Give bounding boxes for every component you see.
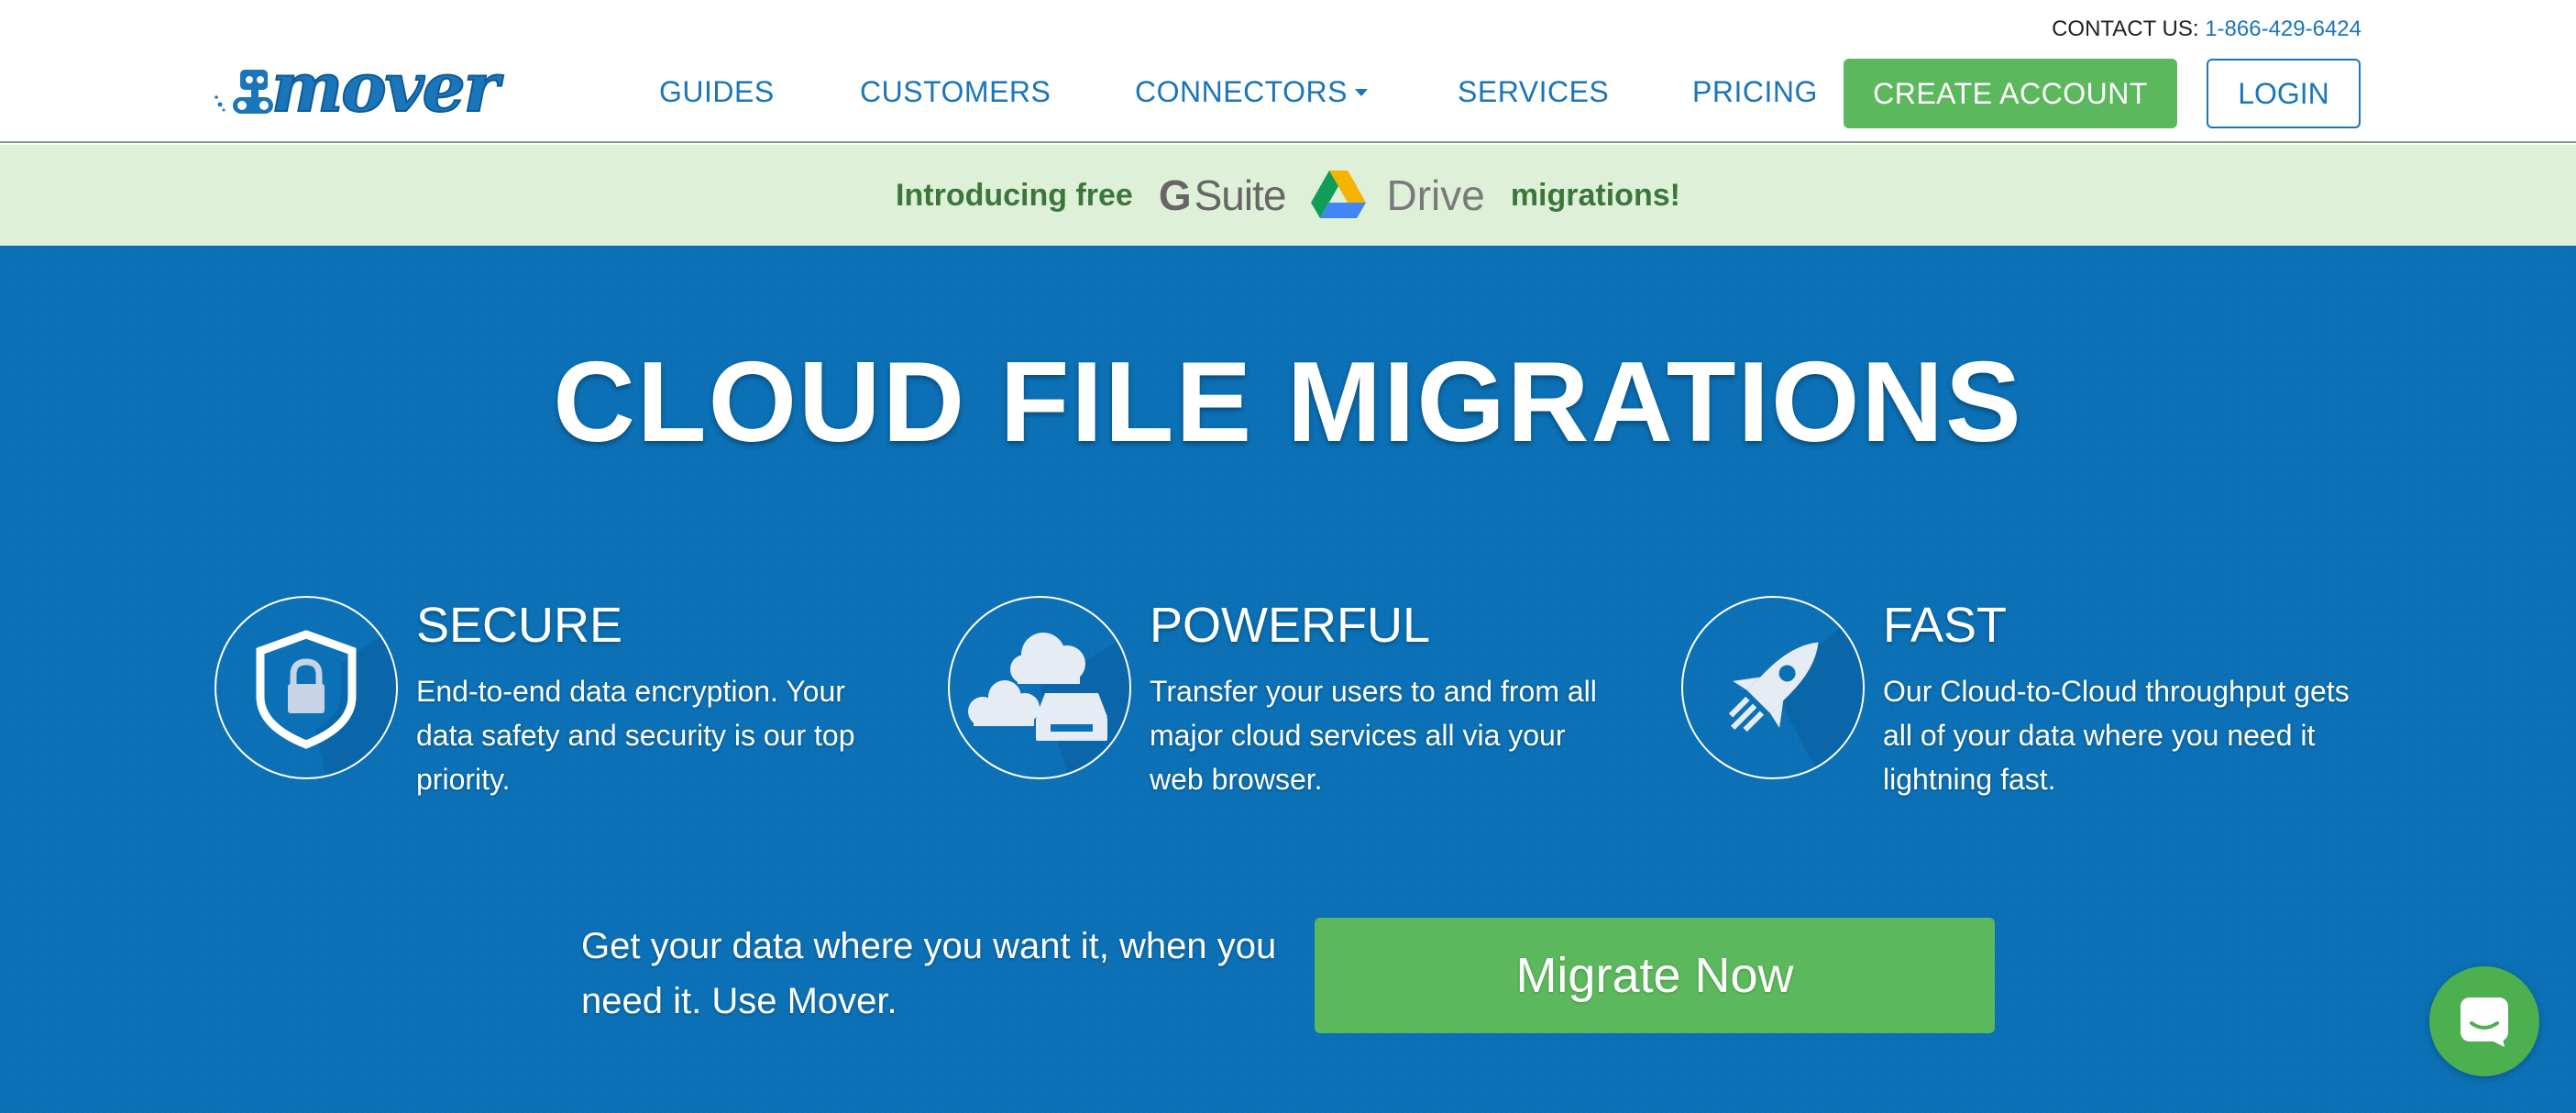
promo-intro-text: Introducing free: [896, 177, 1133, 213]
feature-secure: SECURE End-to-end data encryption. Your …: [215, 596, 911, 816]
logo-wordmark: mover: [270, 49, 501, 127]
nav-connectors[interactable]: CONNECTORS: [1135, 72, 1368, 112]
contact-info: CONTACT US: 1-866-429-6424: [2052, 17, 2361, 42]
feature-description: Transfer your users to and from all majo…: [1150, 675, 1597, 796]
robot-logo-icon: [215, 70, 273, 114]
feature-title: POWERFUL: [1150, 598, 1431, 653]
site-header: CONTACT US: 1-866-429-6424 mover GUIDES …: [0, 0, 2576, 143]
drive-text: Drive: [1386, 171, 1485, 219]
nav-guides[interactable]: GUIDES: [659, 72, 775, 112]
gsuite-suite: Suite: [1194, 171, 1287, 219]
chat-launcher-button[interactable]: [2429, 966, 2539, 1076]
nav-connectors-label: CONNECTORS: [1135, 75, 1348, 108]
mover-logo[interactable]: mover: [213, 50, 501, 127]
contact-label: CONTACT US:: [2052, 17, 2199, 41]
migrate-now-button[interactable]: Migrate Now: [1315, 918, 1995, 1033]
login-button[interactable]: LOGIN: [2207, 59, 2361, 128]
feature-fast: FAST Our Cloud-to-Cloud throughput gets …: [1681, 596, 2378, 816]
feature-description: Our Cloud-to-Cloud throughput gets all o…: [1883, 675, 2350, 796]
shield-lock-icon: [215, 596, 398, 779]
hero-title: CLOUD FILE MIGRATIONS: [553, 339, 2023, 466]
hero-section: CLOUD FILE MIGRATIONS SECURE End-to-end …: [0, 246, 2576, 1113]
create-account-button[interactable]: CREATE ACCOUNT: [1844, 59, 2177, 128]
gsuite-g: G: [1158, 171, 1192, 219]
gsuite-logo: G Suite: [1158, 171, 1287, 220]
feature-title: SECURE: [416, 598, 623, 653]
promo-banner[interactable]: Introducing free G Suite Drive migration…: [0, 145, 2576, 246]
feature-powerful: POWERFUL Transfer your users to and from…: [948, 596, 1645, 816]
cloud-drive-icon: [948, 596, 1131, 779]
rocket-icon: [1681, 596, 1865, 779]
nav-customers[interactable]: CUSTOMERS: [860, 72, 1051, 112]
nav-services[interactable]: SERVICES: [1458, 72, 1609, 112]
feature-title: FAST: [1883, 598, 2008, 653]
promo-outro-text: migrations!: [1510, 177, 1680, 213]
nav-pricing[interactable]: PRICING: [1692, 72, 1818, 112]
hero-tagline: Get your data where you want it, when yo…: [581, 926, 1277, 1021]
contact-phone-link[interactable]: 1-866-429-6424: [2205, 17, 2361, 41]
google-drive-icon: [1311, 171, 1367, 218]
google-drive-logo: Drive: [1311, 171, 1485, 220]
feature-description: End-to-end data encryption. Your data sa…: [416, 675, 855, 796]
chat-icon: [2460, 997, 2508, 1047]
caret-down-icon: [1354, 88, 1368, 96]
